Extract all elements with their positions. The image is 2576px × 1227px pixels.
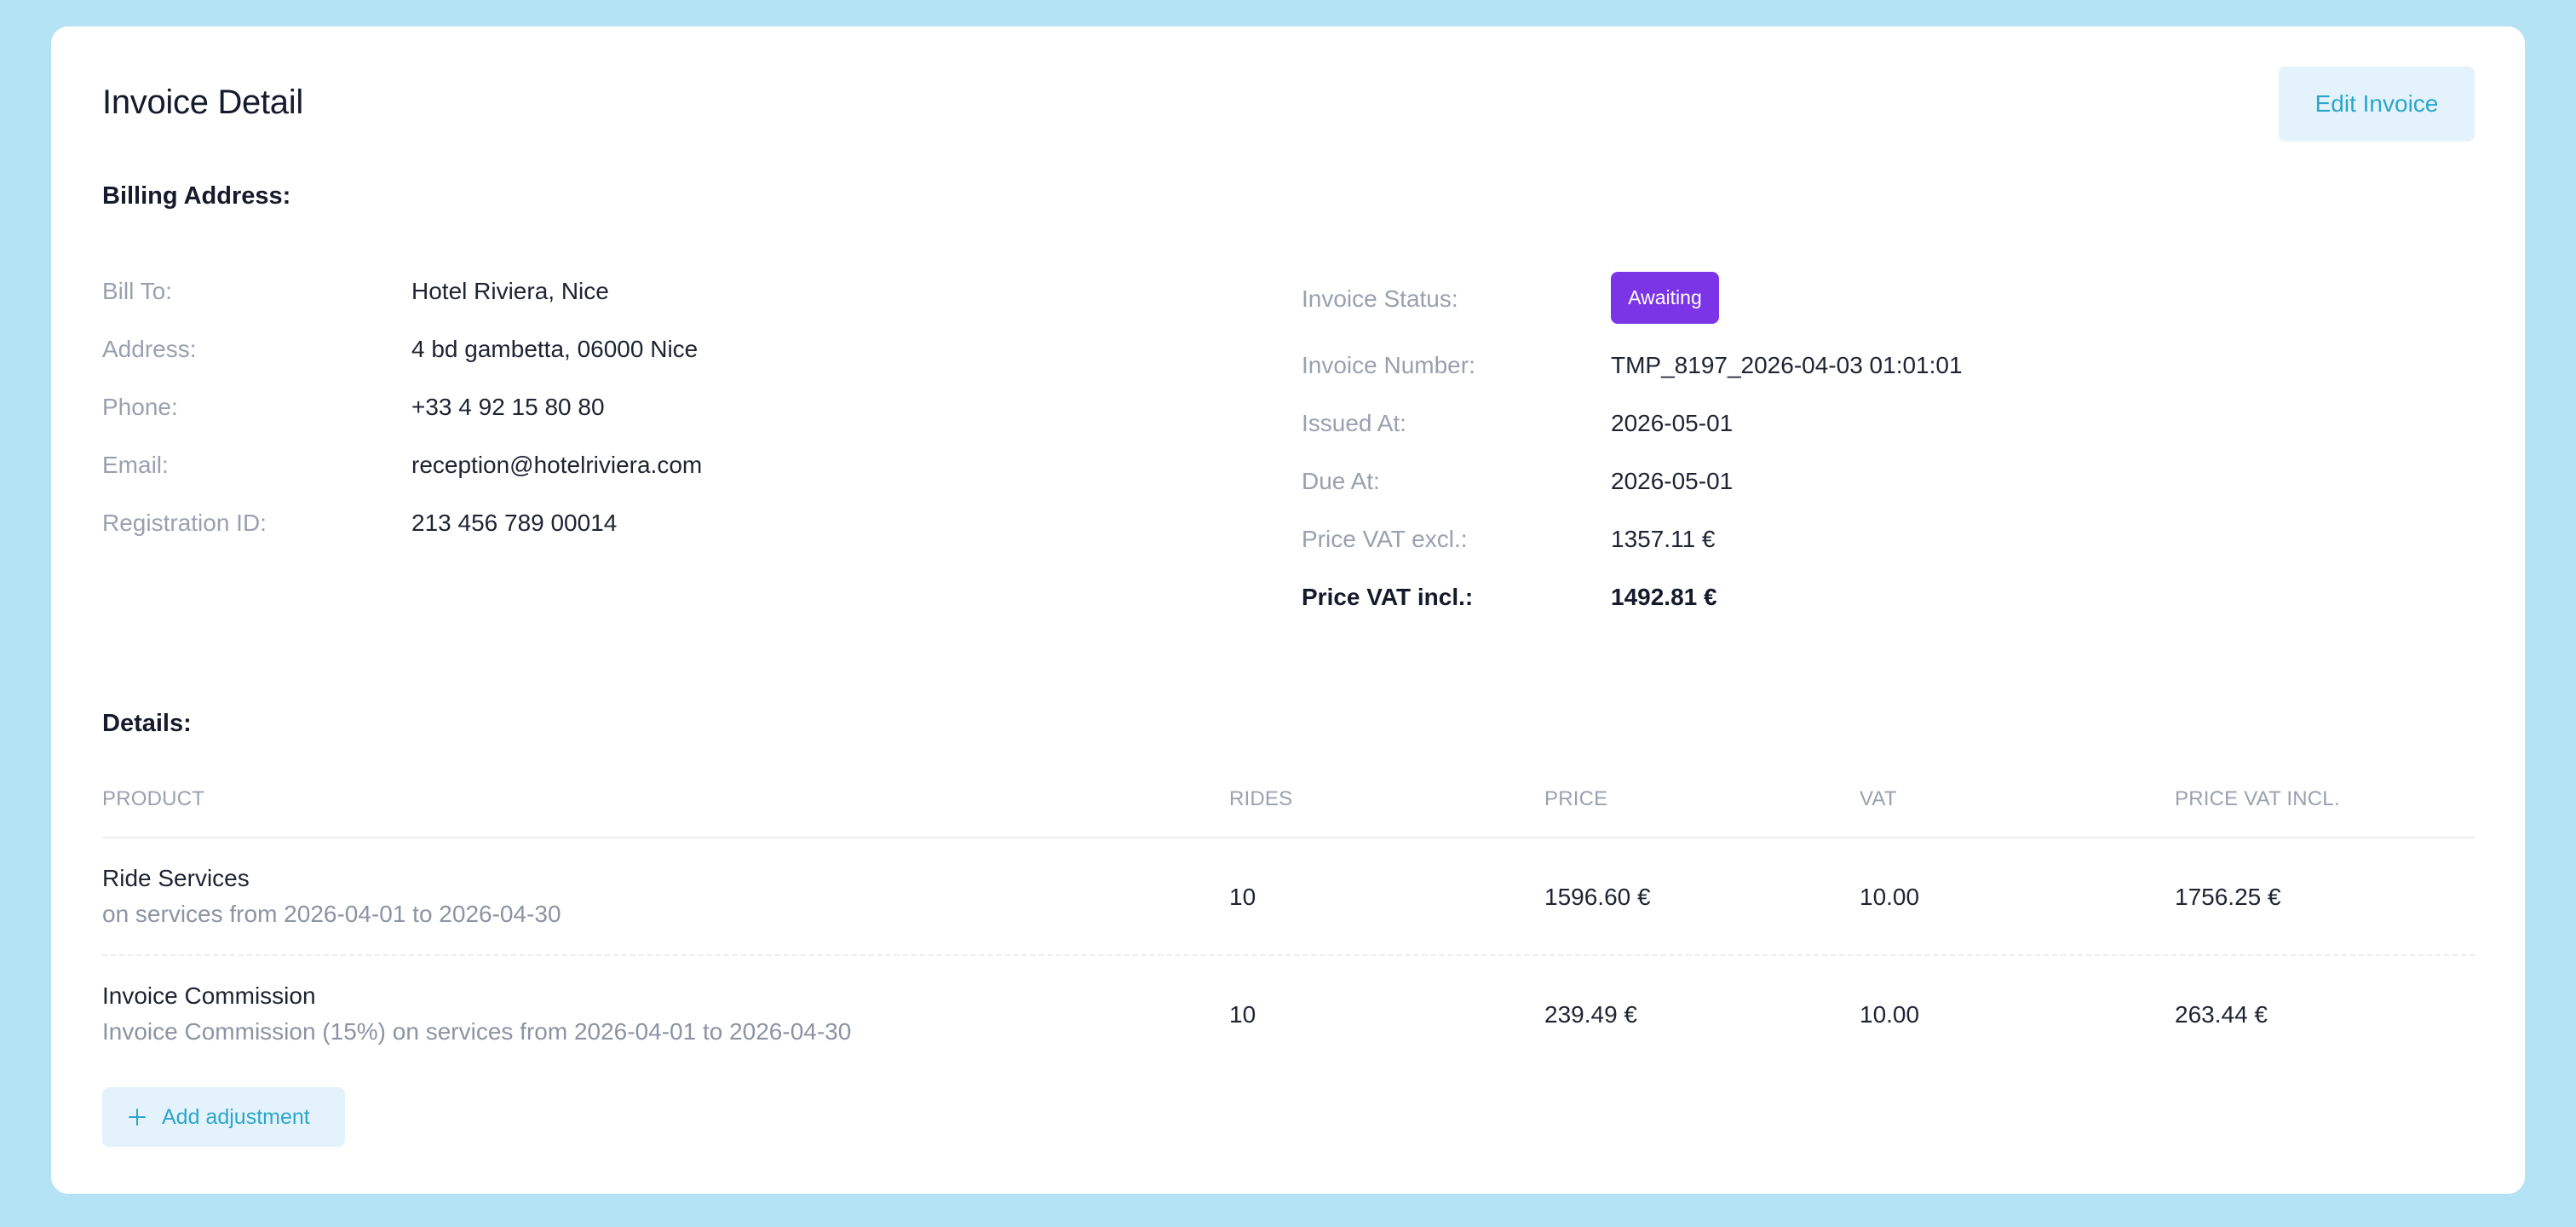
column-header-price-vat-incl: PRICE VAT INCL. xyxy=(2175,787,2340,810)
column-header-product: PRODUCT xyxy=(102,787,205,810)
address-label: Address: xyxy=(102,336,197,362)
price-vat-excl-label: Price VAT excl.: xyxy=(1302,526,1468,552)
price-vat-incl-cell: 1756.25 € xyxy=(2175,884,2281,910)
product-description: Invoice Commission (15%) on services fro… xyxy=(102,1018,852,1045)
column-header-vat: VAT xyxy=(1860,787,1897,810)
invoice-status-label: Invoice Status: xyxy=(1302,285,1458,312)
rides-cell: 10 xyxy=(1229,1001,1256,1028)
price-cell: 1596.60 € xyxy=(1544,884,1651,910)
vat-cell: 10.00 xyxy=(1860,884,1920,910)
plus-icon xyxy=(128,1108,147,1126)
table-header-divider xyxy=(102,837,2475,838)
due-at-value: 2026-05-01 xyxy=(1611,468,1734,494)
row-divider xyxy=(102,954,2475,956)
invoice-number-label: Invoice Number: xyxy=(1302,352,1475,378)
bill-to-label: Bill To: xyxy=(102,278,172,304)
column-header-rides: RIDES xyxy=(1229,787,1293,810)
registration-id-value: 213 456 789 00014 xyxy=(411,510,618,536)
add-adjustment-button[interactable]: Add adjustment xyxy=(102,1087,345,1147)
address-value: 4 bd gambetta, 06000 Nice xyxy=(411,336,699,362)
email-value: reception@hotelriviera.com xyxy=(411,452,703,478)
issued-at-label: Issued At: xyxy=(1302,410,1406,436)
add-adjustment-label: Add adjustment xyxy=(162,1104,310,1129)
price-vat-incl-value: 1492.81 € xyxy=(1611,584,1717,610)
registration-id-label: Registration ID: xyxy=(102,510,267,536)
email-label: Email: xyxy=(102,452,169,478)
product-name: Invoice Commission xyxy=(102,982,316,1009)
vat-cell: 10.00 xyxy=(1860,1001,1920,1028)
phone-value: +33 4 92 15 80 80 xyxy=(411,394,605,420)
phone-label: Phone: xyxy=(102,394,178,420)
due-at-label: Due At: xyxy=(1302,468,1380,494)
product-name: Ride Services xyxy=(102,865,250,891)
price-vat-incl-cell: 263.44 € xyxy=(2175,1001,2268,1028)
details-heading: Details: xyxy=(102,710,192,737)
price-cell: 239.49 € xyxy=(1544,1001,1637,1028)
status-badge: Awaiting xyxy=(1611,272,1719,324)
invoice-number-value: TMP_8197_2026-04-03 01:01:01 xyxy=(1611,352,1963,378)
price-vat-incl-label: Price VAT incl.: xyxy=(1302,584,1474,610)
issued-at-value: 2026-05-01 xyxy=(1611,410,1734,436)
billing-address-heading: Billing Address: xyxy=(102,182,291,210)
product-description: on services from 2026-04-01 to 2026-04-3… xyxy=(102,901,561,927)
price-vat-excl-value: 1357.11 € xyxy=(1611,526,1716,552)
column-header-price: PRICE xyxy=(1544,787,1608,810)
edit-invoice-button[interactable]: Edit Invoice xyxy=(2279,66,2475,141)
page-title: Invoice Detail xyxy=(102,84,303,121)
rides-cell: 10 xyxy=(1229,884,1256,910)
bill-to-value: Hotel Riviera, Nice xyxy=(411,278,609,304)
